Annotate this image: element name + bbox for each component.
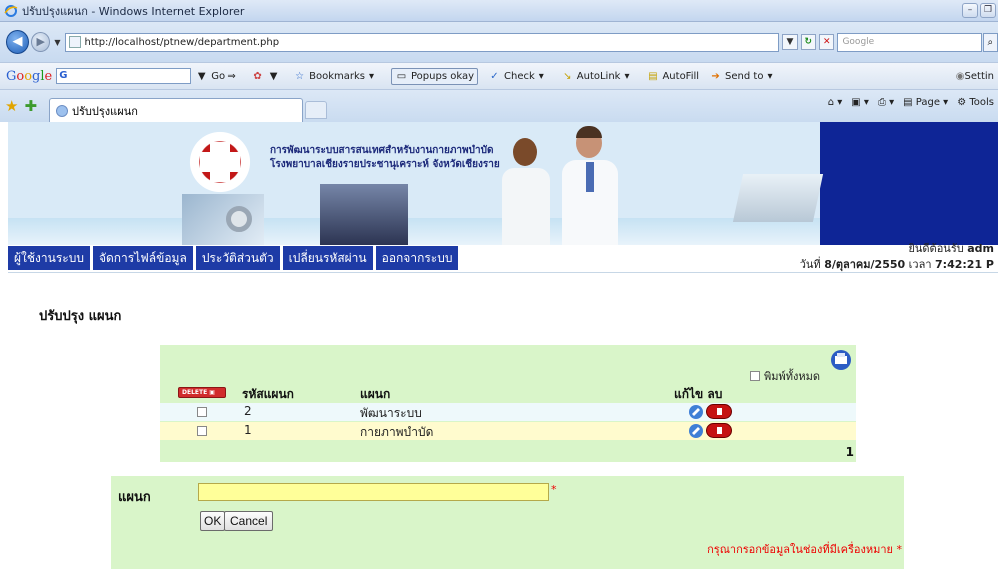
google-g-icon: G xyxy=(59,70,68,81)
tools-menu[interactable]: ⚙ Tools xyxy=(957,97,994,108)
stethoscope-photo xyxy=(182,194,264,245)
window-controls: – ❐ xyxy=(962,3,996,18)
tab-title: ปรับปรุงแผนก xyxy=(72,104,138,118)
department-form: แผนก * OK Cancel กรุณากรอกข้อมูลในช่องที… xyxy=(111,476,904,569)
team-photo xyxy=(320,184,408,245)
address-bar-row: ◀ ▶ ▼ http://localhost/ptnew/department.… xyxy=(0,22,998,62)
table-row: 1 กายภาพบำบัด xyxy=(160,422,856,440)
ie-logo-icon xyxy=(4,4,18,17)
feeds-icon[interactable]: ▣ ▾ xyxy=(851,97,869,108)
laptop-photo xyxy=(732,174,824,222)
department-label: แผนก xyxy=(118,490,151,505)
row-code: 2 xyxy=(244,404,252,418)
restore-button[interactable]: ❐ xyxy=(980,3,996,18)
address-field[interactable]: http://localhost/ptnew/department.php xyxy=(64,32,780,52)
add-favorites-icon[interactable]: ✚ xyxy=(24,97,37,115)
current-date: 8/ตุลาคม/2550 xyxy=(824,258,906,271)
menu-profile[interactable]: ประวัติส่วนตัว xyxy=(195,246,281,270)
ok-button[interactable]: OK xyxy=(200,511,226,531)
row-checkbox[interactable] xyxy=(197,407,207,417)
department-input[interactable] xyxy=(198,483,549,501)
banner-strip xyxy=(8,218,820,245)
column-header-department: แผนก xyxy=(360,387,391,401)
banner-title: การพัฒนาระบบสารสนเทศสำหรับงานกายภาพบำบัด… xyxy=(270,145,500,170)
menu-logout[interactable]: ออกจากระบบ xyxy=(375,246,460,270)
sendto-button[interactable]: ➔ Send to ▾ xyxy=(709,70,779,83)
welcome-info: ยินดีต้อนรับ adm วันที่ 8/ตุลาคม/2550 เว… xyxy=(799,242,994,271)
print-all-label: พิมพ์ทั้งหมด xyxy=(763,370,820,383)
table-row: 2 พัฒนาระบบ xyxy=(160,403,856,421)
search-icon[interactable]: ⌕ xyxy=(982,32,998,52)
new-tab-button[interactable] xyxy=(305,101,328,119)
column-header-actions: แก้ไข ลบ xyxy=(674,387,723,401)
grid-header: DELETE ▣ รหัสแผนก แผนก แก้ไข ลบ xyxy=(160,385,856,403)
settings-button[interactable]: ◉ Settin xyxy=(956,71,994,82)
autofill-button[interactable]: ▤ AutoFill xyxy=(646,70,699,83)
autolink-button[interactable]: ↘ AutoLink ▾ xyxy=(561,70,637,83)
edit-icon[interactable] xyxy=(688,423,704,439)
header-banner: การพัฒนาระบบสารสนเทศสำหรับงานกายภาพบำบัด… xyxy=(8,122,998,245)
search-input[interactable]: Google xyxy=(837,32,982,52)
google-logo: Google xyxy=(6,68,53,84)
page-content: การพัฒนาระบบสารสนเทศสำหรับงานกายภาพบำบัด… xyxy=(0,122,998,587)
required-marker: * xyxy=(551,483,557,496)
delete-selected-button[interactable]: DELETE ▣ xyxy=(178,387,226,398)
bookmarks-button[interactable]: ☆ Bookmarks ▾ xyxy=(293,70,381,83)
menu-users[interactable]: ผู้ใช้งานระบบ xyxy=(8,246,91,270)
page-number[interactable]: 1 xyxy=(846,445,854,459)
menu-change-password[interactable]: เปลี่ยนรหัสผ่าน xyxy=(282,246,374,270)
row-code: 1 xyxy=(244,423,252,437)
edit-icon[interactable] xyxy=(688,404,704,420)
pagerank-icon[interactable]: ✿ ▼ xyxy=(251,70,283,83)
menu-manage-files[interactable]: จัดการไฟล์ข้อมูล xyxy=(92,246,194,270)
page-menu[interactable]: ▤ Page ▾ xyxy=(903,97,948,108)
delete-row-icon[interactable] xyxy=(706,423,732,438)
department-grid: พิมพ์ทั้งหมด DELETE ▣ รหัสแผนก แผนก แก้ไ… xyxy=(160,345,856,462)
cancel-button[interactable]: Cancel xyxy=(224,511,274,531)
window-titlebar: ปรับปรุงแผนก - Windows Internet Explorer… xyxy=(0,0,998,22)
google-toolbar: Google G ▼ Go ⇒ ✿ ▼ ☆ Bookmarks ▾ ▭ Popups oka… xyxy=(0,62,998,90)
print-all-control: พิมพ์ทั้งหมด xyxy=(750,367,820,385)
tab-department[interactable]: ปรับปรุงแผนก xyxy=(49,98,304,122)
print-all-checkbox[interactable] xyxy=(750,371,761,381)
hospital-logo xyxy=(186,128,254,196)
username: adm xyxy=(967,242,994,255)
spellcheck-button[interactable]: ✓ Check ▾ xyxy=(488,70,551,83)
doctors-photo xyxy=(496,126,621,245)
favorites-star-icon[interactable]: ★ xyxy=(5,97,18,115)
back-button[interactable]: ◀ xyxy=(6,30,30,54)
page-title: ปรับปรุง แผนก xyxy=(39,309,122,324)
current-time: 7:42:21 P xyxy=(935,258,994,271)
row-checkbox[interactable] xyxy=(197,426,207,436)
command-bar: ⌂ ▾ ▣ ▾ ⎙ ▾ ▤ Page ▾ ⚙ Tools xyxy=(828,97,994,108)
tab-bar: ★ ✚ ปรับปรุงแผนก ⌂ ▾ ▣ ▾ ⎙ ▾ ▤ Page ▾ ⚙ … xyxy=(0,90,998,122)
window-title: ปรับปรุงแผนก - Windows Internet Explorer xyxy=(22,4,245,18)
main-menu: ผู้ใช้งานระบบ จัดการไฟล์ข้อมูล ประวัติส่… xyxy=(8,246,461,270)
tab-page-icon xyxy=(56,104,69,117)
print-icon[interactable]: ⎙ ▾ xyxy=(878,97,894,108)
forward-button[interactable]: ▶ xyxy=(31,32,51,52)
row-department: พัฒนาระบบ xyxy=(360,406,422,420)
required-hint: กรุณากรอกข้อมูลในช่องที่มีเครื่องหมาย * xyxy=(707,543,902,556)
google-go-button[interactable]: ▼ Go ⇒ xyxy=(195,70,241,83)
column-header-code: รหัสแผนก xyxy=(242,387,294,401)
address-dropdown-icon[interactable]: ▼ xyxy=(782,34,798,50)
address-url: http://localhost/ptnew/department.php xyxy=(84,36,280,48)
popups-button[interactable]: ▭ Popups okay xyxy=(391,67,478,85)
minimize-button[interactable]: – xyxy=(962,3,978,18)
history-dropdown-icon[interactable]: ▼ xyxy=(54,38,60,47)
page-icon xyxy=(68,36,81,48)
refresh-icon[interactable]: ↻ xyxy=(800,34,817,50)
row-department: กายภาพบำบัด xyxy=(360,425,434,439)
printer-icon[interactable] xyxy=(830,349,852,371)
banner-dark-panel xyxy=(820,122,998,245)
divider xyxy=(8,272,998,273)
google-search-input[interactable]: G xyxy=(56,68,192,84)
delete-row-icon[interactable] xyxy=(706,404,732,419)
home-icon[interactable]: ⌂ ▾ xyxy=(828,97,843,108)
stop-icon[interactable]: ✕ xyxy=(819,34,835,50)
